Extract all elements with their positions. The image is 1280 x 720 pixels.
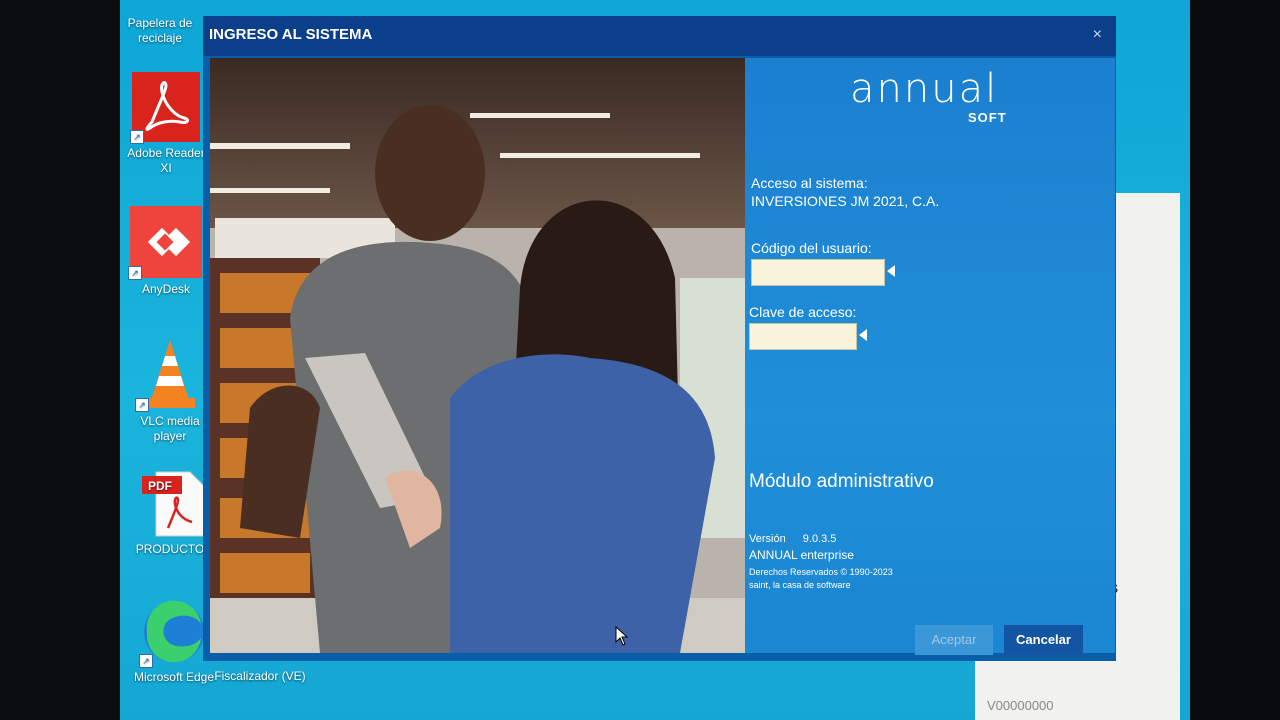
version-label: Versión <box>749 533 786 545</box>
field-pointer-icon <box>859 329 867 341</box>
copyright-text: Derechos Reservados © 1990-2023 <box>749 567 893 577</box>
access-label: Acceso al sistema: <box>751 175 868 191</box>
module-name: Módulo administrativo <box>749 471 934 492</box>
company-name: INVERSIONES JM 2021, C.A. <box>751 193 940 209</box>
mouse-pointer-icon <box>615 626 629 646</box>
desktop-icon-label: Papelera de reciclaje <box>127 16 193 45</box>
monitor-bezel-right <box>1190 0 1280 720</box>
edge-icon: ↗ <box>139 598 207 668</box>
desktop-icon-label: Fiscalizador (VE) <box>214 669 306 683</box>
pdf-file-icon: PDF <box>142 470 206 538</box>
brand-logo: annual <box>850 66 999 112</box>
vlc-icon: ↗ <box>135 338 203 412</box>
login-dialog: INGRESO AL SISTEMA × annual SOFT Acceso … <box>203 16 1116 661</box>
desktop-icon-recycle-bin[interactable]: Papelera de reciclaje <box>114 0 206 46</box>
vendor-text: saint, la casa de software <box>749 580 851 590</box>
adobe-reader-icon: ↗ <box>130 72 200 144</box>
monitor-bezel-left <box>0 0 140 720</box>
anydesk-icon: ↗ <box>128 206 202 280</box>
login-panel: annual SOFT Acceso al sistema: INVERSION… <box>745 58 1115 655</box>
desktop-icon-anydesk[interactable]: ↗ AnyDesk <box>120 206 212 297</box>
desktop-icon-label: Microsoft Edge <box>133 670 215 684</box>
dialog-titlebar[interactable]: INGRESO AL SISTEMA × <box>203 16 1116 56</box>
cancel-button[interactable]: Cancelar <box>1004 625 1083 655</box>
user-code-field[interactable] <box>751 259 885 286</box>
desktop-icon-adobe-reader[interactable]: ↗ Adobe Reader XI <box>120 72 212 176</box>
password-label: Clave de acceso: <box>749 304 857 320</box>
dialog-title: INGRESO AL SISTEMA <box>209 26 373 43</box>
version-value: 9.0.3.5 <box>802 533 837 545</box>
version-line: Versión 9.0.3.5 <box>749 533 836 545</box>
accept-button[interactable]: Aceptar <box>915 625 993 655</box>
promo-photo <box>210 58 745 653</box>
desktop-icon-label: AnyDesk <box>141 282 191 296</box>
shortcut-arrow-icon: ↗ <box>130 130 144 144</box>
close-button[interactable]: × <box>1093 26 1102 44</box>
shortcut-arrow-icon: ↗ <box>128 266 142 280</box>
user-code-label: Código del usuario: <box>751 240 872 256</box>
password-field[interactable] <box>749 323 857 350</box>
shortcut-arrow-icon: ↗ <box>139 654 153 668</box>
svg-text:PDF: PDF <box>148 479 172 493</box>
product-name: ANNUAL enterprise <box>749 548 854 562</box>
brand-logo-sub: SOFT <box>968 110 1007 125</box>
background-window-code: V00000000 <box>987 698 1054 713</box>
desktop-icon-label: Adobe Reader XI <box>127 146 205 175</box>
field-pointer-icon <box>887 265 895 277</box>
shortcut-arrow-icon: ↗ <box>135 398 149 412</box>
